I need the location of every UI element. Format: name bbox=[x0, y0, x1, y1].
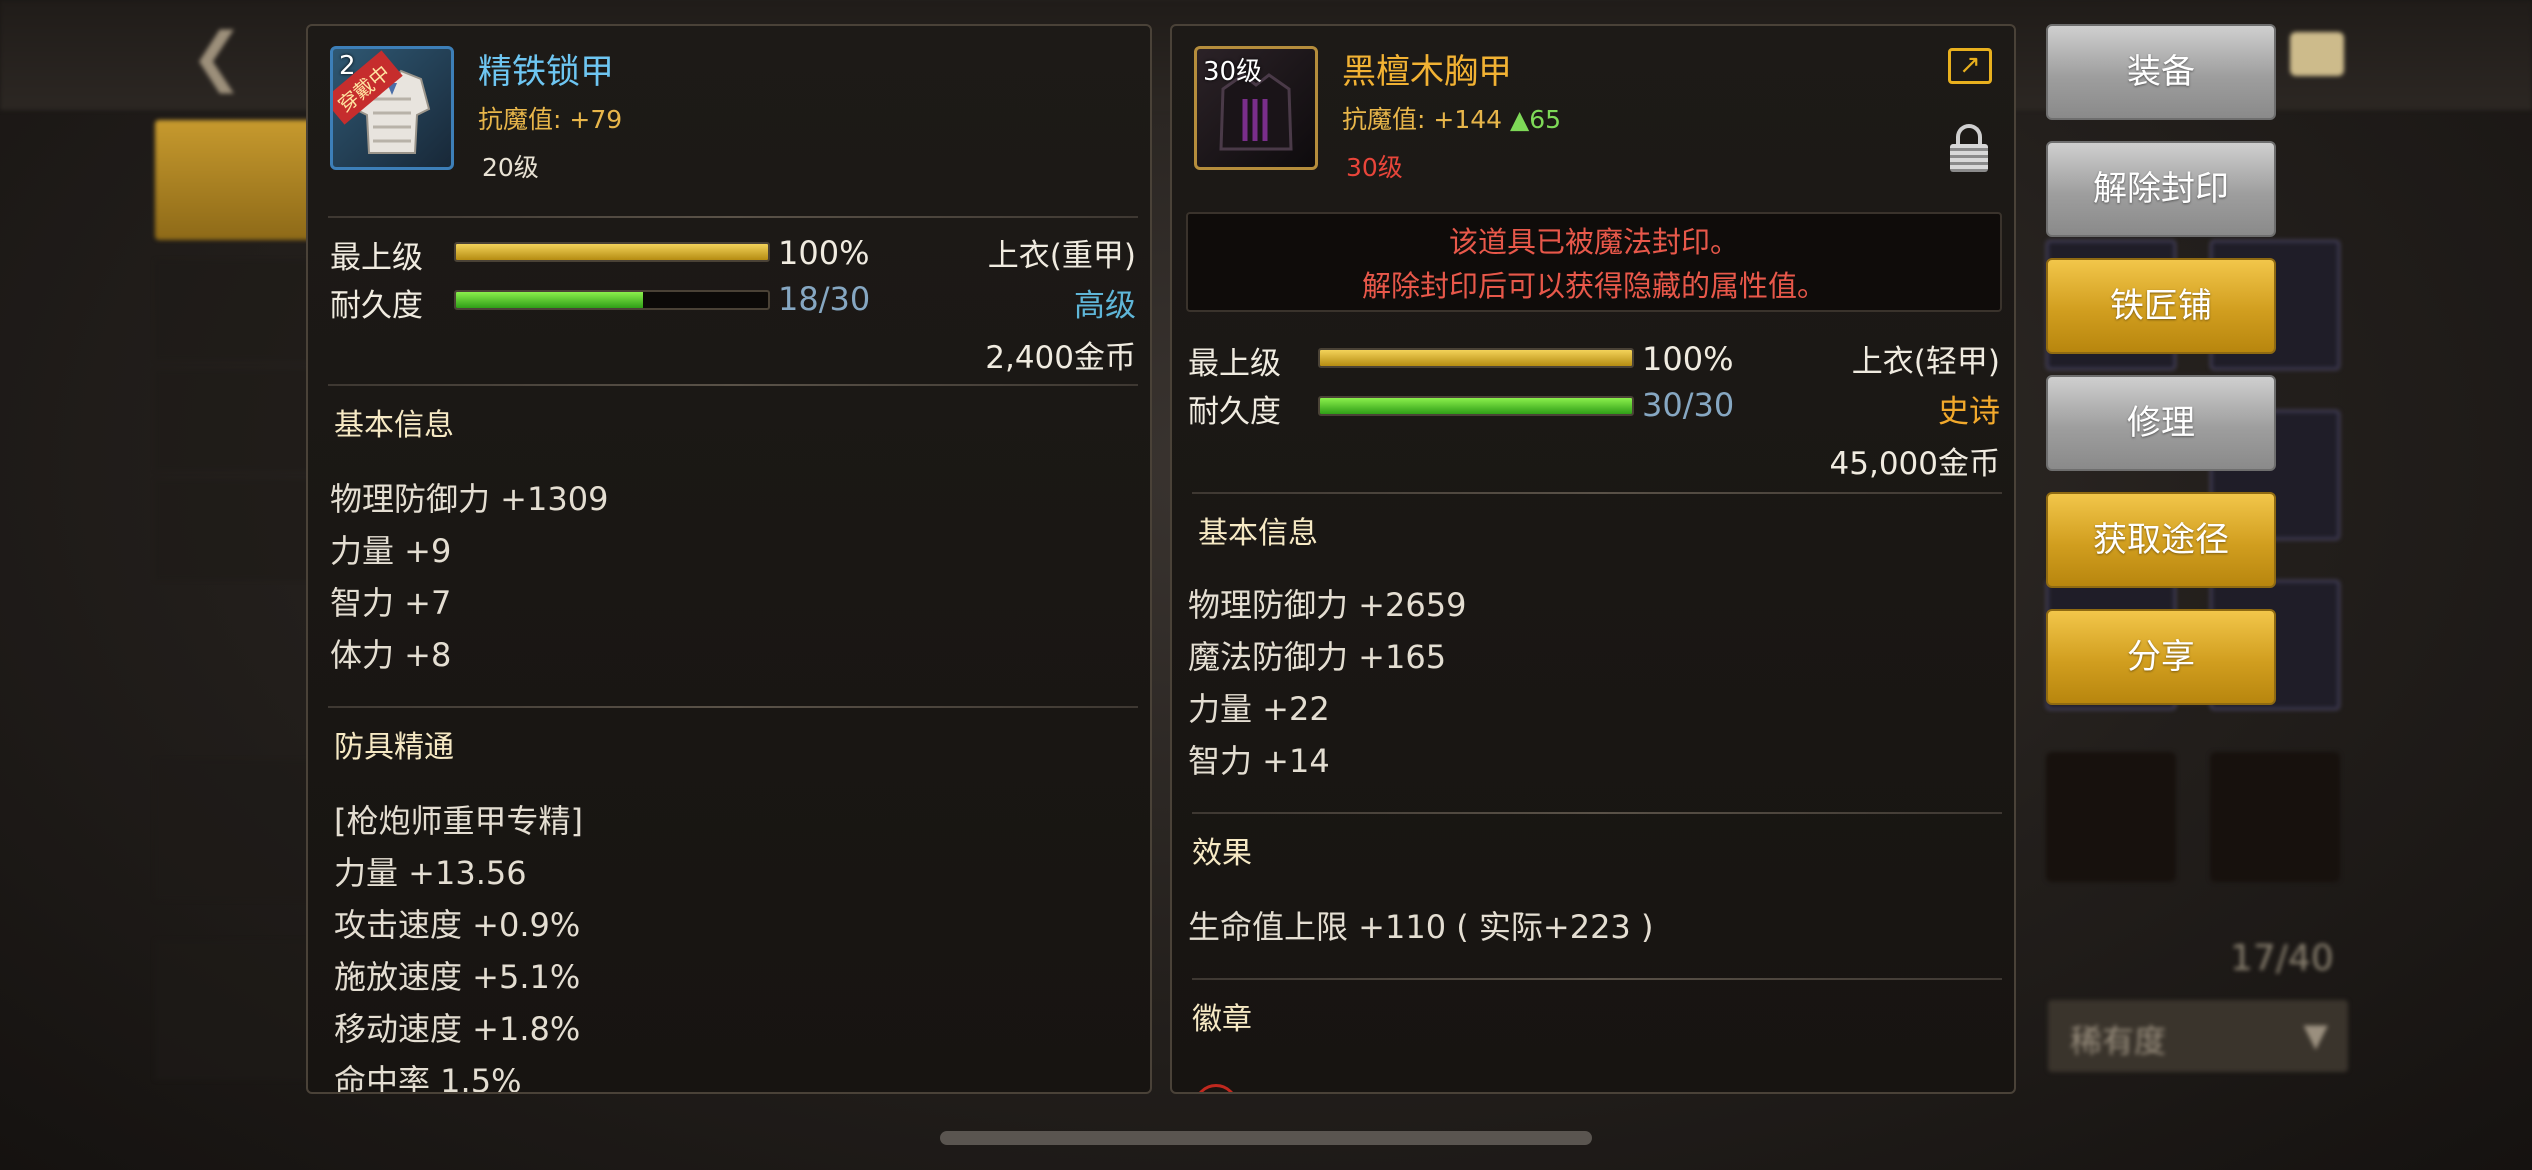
durability-bar-fill bbox=[456, 292, 644, 308]
max-level-value: 100% bbox=[1642, 340, 1734, 378]
max-level-label: 最上级 bbox=[1188, 346, 1281, 382]
mastery-line: 命中率 1.5% bbox=[334, 1062, 522, 1094]
resist-number: +144 bbox=[1433, 105, 1503, 134]
resist-value: 抗魔值: +79 bbox=[478, 100, 622, 136]
required-level: 20级 bbox=[482, 153, 539, 182]
basic-info-title: 基本信息 bbox=[334, 408, 454, 443]
rarity-label: 史诗 bbox=[1938, 394, 2000, 430]
blacksmith-button[interactable]: 铁匠铺 bbox=[2046, 258, 2276, 354]
divider bbox=[1192, 492, 2002, 494]
lock-body bbox=[1950, 144, 1988, 172]
compared-item-panel: 30级 黑檀木胸甲 抗魔值: +144 ▲65 30级 ↗ 该道具已被魔法封印。… bbox=[1170, 24, 2016, 1094]
emblem-icon bbox=[1194, 1084, 1238, 1092]
item-price: 2,400金币 bbox=[985, 340, 1136, 376]
bag-count: 17/40 bbox=[2230, 938, 2334, 979]
repair-button[interactable]: 修理 bbox=[2046, 375, 2276, 471]
resist-number: +79 bbox=[569, 105, 623, 134]
emblem-line: 白镶嵌徽章 bbox=[1258, 1086, 1418, 1092]
equipped-item-panel: 2 穿戴中 精铁锁甲 抗魔值: +79 20级 最上级 100% 上衣(重甲) … bbox=[306, 24, 1152, 1094]
slot-type: 上衣(轻甲) bbox=[1851, 344, 2000, 380]
durability-bar bbox=[454, 290, 770, 310]
divider bbox=[328, 384, 1138, 386]
max-level-label: 最上级 bbox=[330, 240, 423, 276]
max-level-bar bbox=[454, 242, 770, 262]
durability-value: 30/30 bbox=[1642, 386, 1735, 424]
required-level: 30级 bbox=[1346, 153, 1403, 182]
item-price: 45,000金币 bbox=[1829, 446, 2000, 482]
attr-line: 物理防御力 +1309 bbox=[330, 480, 609, 518]
inventory-empty-slot bbox=[2210, 752, 2340, 882]
effect-line: 生命值上限 +110 ( 实际+223 ) bbox=[1188, 908, 1654, 946]
effect-title: 效果 bbox=[1192, 836, 1252, 871]
equip-button[interactable]: 装备 bbox=[2046, 24, 2276, 120]
seal-notice-line: 该道具已被魔法封印。 bbox=[1448, 225, 1739, 259]
mastery-line: 攻击速度 +0.9% bbox=[334, 906, 581, 944]
divider bbox=[1192, 812, 2002, 814]
resist-label: 抗魔值: bbox=[478, 105, 562, 134]
acquisition-button[interactable]: 获取途径 bbox=[2046, 492, 2276, 588]
durability-bar bbox=[1318, 396, 1634, 416]
max-level-bar-fill bbox=[456, 244, 768, 260]
unseal-button[interactable]: 解除封印 bbox=[2046, 141, 2276, 237]
attr-line: 力量 +9 bbox=[330, 532, 452, 570]
basic-info-title: 基本信息 bbox=[1198, 516, 1318, 551]
max-level-bar bbox=[1318, 348, 1634, 368]
mastery-line: [枪炮师重甲专精] bbox=[334, 802, 583, 840]
chat-icon bbox=[2290, 32, 2344, 76]
emblem-title: 徽章 bbox=[1192, 1002, 1252, 1037]
attr-line: 魔法防御力 +165 bbox=[1188, 638, 1447, 676]
divider bbox=[1192, 978, 2002, 980]
sort-dropdown: 稀有度 ▼ bbox=[2048, 1000, 2348, 1072]
share-button[interactable]: 分享 bbox=[2046, 609, 2276, 705]
back-arrow-icon: ❮ bbox=[190, 20, 244, 94]
attr-line: 体力 +8 bbox=[330, 636, 452, 674]
inventory-empty-slot bbox=[2046, 752, 2176, 882]
sort-dropdown-label: 稀有度 bbox=[2070, 1022, 2167, 1060]
max-level-value: 100% bbox=[778, 234, 870, 272]
durability-label: 耐久度 bbox=[1188, 394, 1281, 430]
durability-bar-fill bbox=[1320, 398, 1632, 414]
resist-value: 抗魔值: +144 ▲65 bbox=[1342, 100, 1561, 136]
item-name: 精铁锁甲 bbox=[478, 52, 614, 92]
armor-mastery-title: 防具精通 bbox=[334, 730, 454, 765]
icon-level: 30级 bbox=[1203, 57, 1263, 87]
attr-line: 智力 +7 bbox=[330, 584, 452, 622]
share-export-icon[interactable]: ↗ bbox=[1948, 48, 1992, 84]
mastery-line: 施放速度 +5.1% bbox=[334, 958, 581, 996]
item-name: 黑檀木胸甲 bbox=[1342, 52, 1512, 92]
slot-type: 上衣(重甲) bbox=[987, 238, 1136, 274]
lock-icon[interactable] bbox=[1950, 124, 1988, 172]
item-icon-chainmail: 2 穿戴中 bbox=[330, 46, 454, 170]
home-indicator[interactable] bbox=[940, 1131, 1592, 1145]
max-level-bar-fill bbox=[1320, 350, 1632, 366]
dropdown-arrow-icon: ▼ bbox=[2303, 1016, 2328, 1054]
attr-line: 物理防御力 +2659 bbox=[1188, 586, 1467, 624]
resist-bonus: ▲65 bbox=[1510, 105, 1562, 134]
resist-label: 抗魔值: bbox=[1342, 105, 1426, 134]
seal-notice-line: 解除封印后可以获得隐藏的属性值。 bbox=[1361, 269, 1826, 303]
divider bbox=[328, 706, 1138, 708]
rarity-label: 高级 bbox=[1074, 288, 1136, 324]
attr-line: 智力 +14 bbox=[1188, 742, 1330, 780]
item-icon-ebony-breastplate: 30级 bbox=[1194, 46, 1318, 170]
attr-line: 力量 +22 bbox=[1188, 690, 1330, 728]
divider bbox=[328, 216, 1138, 218]
mastery-line: 力量 +13.56 bbox=[334, 854, 527, 892]
durability-value: 18/30 bbox=[778, 280, 871, 318]
mastery-line: 移动速度 +1.8% bbox=[334, 1010, 581, 1048]
seal-notice: 该道具已被魔法封印。 解除封印后可以获得隐藏的属性值。 bbox=[1186, 212, 2002, 312]
durability-label: 耐久度 bbox=[330, 288, 423, 324]
